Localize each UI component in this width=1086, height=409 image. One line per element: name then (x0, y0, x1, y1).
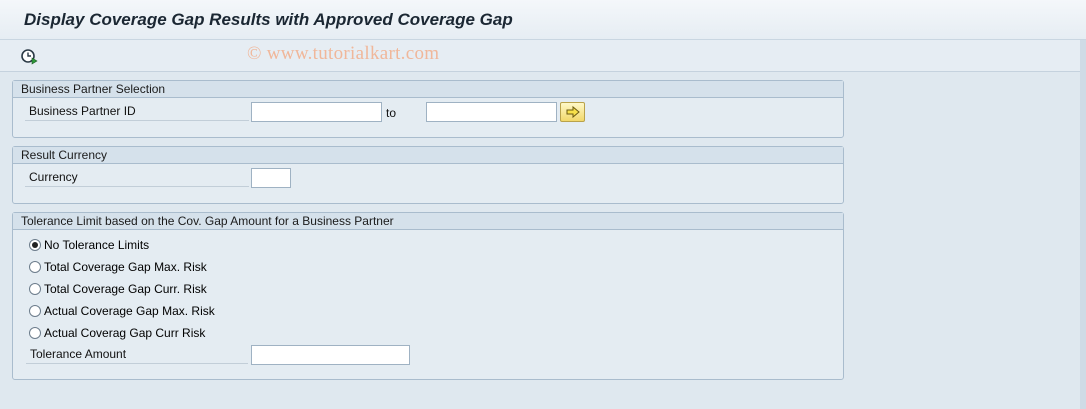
result-currency-group: Result Currency Currency (12, 146, 844, 204)
group-title: Business Partner Selection (13, 81, 843, 98)
radio-button[interactable] (29, 327, 41, 339)
radio-label: Total Coverage Gap Max. Risk (44, 260, 207, 274)
business-partner-id-label: Business Partner ID (25, 103, 249, 121)
radio-actual-coverag-gap-curr-risk[interactable]: Actual Coverag Gap Curr Risk (29, 324, 205, 342)
currency-input[interactable] (251, 168, 291, 188)
business-partner-selection-group: Business Partner Selection Business Part… (12, 80, 844, 138)
radio-no-tolerance-limits[interactable]: No Tolerance Limits (29, 236, 149, 254)
radio-actual-coverage-gap-max-risk[interactable]: Actual Coverage Gap Max. Risk (29, 302, 215, 320)
execute-button[interactable] (18, 46, 40, 66)
multiple-selection-button[interactable] (560, 102, 585, 122)
radio-button[interactable] (29, 283, 41, 295)
page-title: Display Coverage Gap Results with Approv… (24, 10, 513, 29)
business-partner-id-to-input[interactable] (426, 102, 557, 122)
radio-selected-dot (32, 242, 38, 248)
scrollbar[interactable] (1080, 40, 1086, 409)
radio-button[interactable] (29, 305, 41, 317)
radio-total-coverage-gap-curr-risk[interactable]: Total Coverage Gap Curr. Risk (29, 280, 207, 298)
group-title: Tolerance Limit based on the Cov. Gap Am… (13, 213, 843, 230)
radio-label: Actual Coverage Gap Max. Risk (44, 304, 215, 318)
tolerance-limit-group: Tolerance Limit based on the Cov. Gap Am… (12, 212, 844, 380)
currency-label: Currency (25, 169, 249, 187)
radio-total-coverage-gap-max-risk[interactable]: Total Coverage Gap Max. Risk (29, 258, 207, 276)
title-bar: Display Coverage Gap Results with Approv… (0, 0, 1086, 40)
radio-button[interactable] (29, 239, 41, 251)
to-label: to (386, 106, 397, 120)
radio-label: Actual Coverag Gap Curr Risk (44, 326, 206, 340)
radio-button[interactable] (29, 261, 41, 273)
application-toolbar (0, 40, 1086, 72)
execute-clock-icon (21, 49, 38, 65)
tolerance-amount-input[interactable] (251, 345, 410, 365)
radio-label: Total Coverage Gap Curr. Risk (44, 282, 207, 296)
group-title: Result Currency (13, 147, 843, 164)
tolerance-amount-label: Tolerance Amount (26, 346, 248, 364)
business-partner-id-from-input[interactable] (251, 102, 382, 122)
watermark: © www.tutorialkart.com (247, 43, 440, 64)
arrow-right-icon (566, 105, 580, 119)
radio-label: No Tolerance Limits (44, 238, 150, 252)
